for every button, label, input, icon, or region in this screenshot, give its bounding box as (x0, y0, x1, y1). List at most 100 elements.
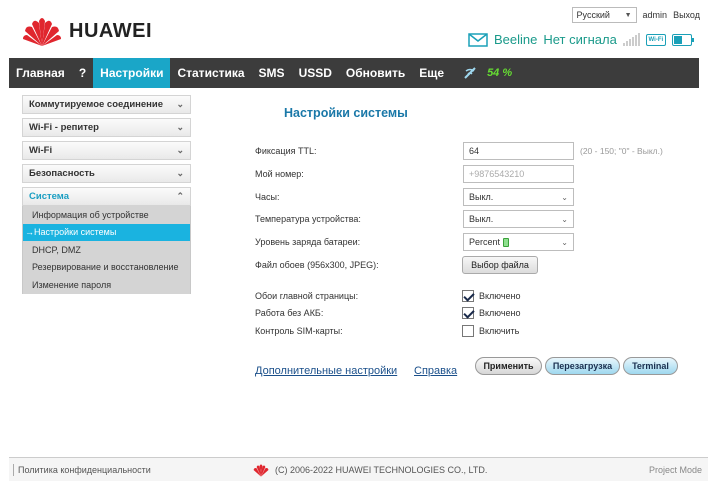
battery-level-value: Percent (469, 236, 501, 247)
battery-level-row: Уровень заряда батареи: Percent ⌄ (255, 233, 675, 251)
no-battery-label: Работа без АКБ: (255, 308, 324, 318)
sidebar-section-label: Безопасность (29, 168, 95, 179)
sidebar-item-system-settings[interactable]: →Настройки системы (23, 223, 190, 241)
sidebar-section-label: Система (29, 191, 69, 202)
sidebar-section-label: Wi-Fi - репитер (29, 122, 99, 133)
sim-control-checkbox[interactable] (462, 325, 474, 337)
battery-icon (503, 238, 510, 248)
nav-more[interactable]: Еще (412, 58, 451, 88)
brand-name: HUAWEI (69, 19, 152, 42)
signal-icon (451, 58, 481, 88)
huawei-flower-icon (253, 463, 269, 477)
signal-bars-icon (622, 33, 640, 46)
sidebar-submenu: Информация об устройстве →Настройки сист… (22, 206, 191, 294)
temperature-row: Температура устройства: Выкл. ⌄ (255, 210, 675, 228)
language-select[interactable]: Русский ▼ (571, 7, 637, 23)
nav-update[interactable]: Обновить (339, 58, 412, 88)
sidebar-item-device-info[interactable]: Информация об устройстве (23, 206, 190, 224)
no-battery-checkbox[interactable] (462, 307, 474, 319)
user-name: admin (642, 10, 668, 20)
choose-file-button[interactable]: Выбор файла (462, 256, 538, 274)
footer-copyright: (C) 2006-2022 HUAWEI TECHNOLOGIES CO., L… (252, 463, 487, 477)
sidebar-section-security[interactable]: Безопасность ⌄ (22, 164, 191, 183)
battery-level-label: Уровень заряда батареи: (255, 237, 361, 247)
chevron-down-icon: ⌄ (176, 122, 184, 132)
sidebar-item-dhcp-dmz[interactable]: DHCP, DMZ (23, 241, 190, 259)
no-battery-toggle[interactable]: Включено (462, 307, 521, 319)
ttl-row: Фиксация TTL: 64 (20 - 150; "0" - Выкл.) (255, 142, 675, 160)
operator-name: Beeline (494, 32, 538, 47)
sim-control-label: Контроль SIM-карты: (255, 326, 343, 336)
nav-statistics[interactable]: Статистика (170, 58, 251, 88)
clock-row: Часы: Выкл. ⌄ (255, 188, 675, 206)
nav-ussd[interactable]: USSD (292, 58, 339, 88)
privacy-link[interactable]: Политика конфиденциальности (18, 465, 151, 475)
wallpaper-label: Файл обоев (956x300, JPEG): (255, 260, 379, 270)
huawei-flower-icon (23, 18, 61, 46)
ttl-hint: (20 - 150; "0" - Выкл.) (580, 146, 663, 156)
chevron-down-icon: ⌄ (561, 192, 568, 202)
sidebar-section-label: Коммутируемое соединение (29, 99, 164, 110)
logout-link[interactable]: Выход (673, 10, 700, 20)
help-link[interactable]: Справка (414, 365, 457, 377)
main-nav: Главная ? Настройки Статистика SMS USSD … (9, 58, 699, 88)
nav-help[interactable]: ? (72, 58, 93, 88)
main-wallpaper-text: Включено (479, 291, 521, 301)
sidebar-item-change-password[interactable]: Изменение пароля (23, 276, 190, 294)
main-wallpaper-row: Обои главной страницы: Включено (255, 287, 675, 305)
no-battery-text: Включено (479, 308, 521, 318)
clock-select[interactable]: Выкл. ⌄ (463, 188, 574, 206)
sidebar-section-dialup[interactable]: Коммутируемое соединение ⌄ (22, 95, 191, 114)
envelope-icon[interactable] (468, 32, 488, 47)
chevron-down-icon: ⌄ (561, 237, 568, 247)
phone-placeholder: +9876543210 (469, 169, 525, 179)
phone-row: Мой номер: +9876543210 (255, 165, 675, 183)
nav-settings[interactable]: Настройки (93, 58, 171, 88)
temperature-select[interactable]: Выкл. ⌄ (463, 210, 574, 228)
huawei-logo: HUAWEI (22, 15, 152, 47)
reboot-button[interactable]: Перезагрузка (545, 357, 620, 375)
terminal-button[interactable]: Terminal (623, 357, 678, 375)
sim-control-toggle[interactable]: Включить (462, 325, 519, 337)
chevron-down-icon: ▼ (624, 11, 632, 19)
chevron-up-icon: ⌃ (176, 191, 184, 201)
battery-icon (671, 33, 694, 46)
sidebar-section-label: Wi-Fi (29, 145, 53, 156)
advanced-settings-link[interactable]: Дополнительные настройки (255, 365, 397, 377)
sidebar-section-system[interactable]: Система ⌃ (22, 187, 191, 206)
top-utility-bar: Русский ▼ admin Выход (571, 7, 700, 23)
footer-divider (13, 463, 14, 476)
sidebar-section-wifi-repeater[interactable]: Wi-Fi - репитер ⌄ (22, 118, 191, 137)
sidebar-section-wifi[interactable]: Wi-Fi ⌄ (22, 141, 191, 160)
clock-value: Выкл. (469, 192, 494, 202)
phone-label: Мой номер: (255, 169, 304, 179)
wifi-icon: Wi-Fi (645, 33, 666, 46)
language-value: Русский (576, 10, 610, 20)
sim-control-text: Включить (479, 326, 520, 336)
main-wallpaper-label: Обои главной страницы: (255, 291, 359, 301)
page-title: Настройки системы (284, 106, 408, 120)
main-wallpaper-toggle[interactable]: Включено (462, 290, 521, 302)
copyright-text: (C) 2006-2022 HUAWEI TECHNOLOGIES CO., L… (275, 464, 488, 475)
ttl-input[interactable]: 64 (463, 142, 574, 160)
chevron-down-icon: ⌄ (561, 214, 568, 224)
ttl-value: 64 (469, 146, 480, 156)
chevron-down-icon: ⌄ (176, 99, 184, 109)
main-wallpaper-checkbox[interactable] (462, 290, 474, 302)
apply-button[interactable]: Применить (475, 357, 542, 375)
no-battery-row: Работа без АКБ: Включено (255, 304, 675, 322)
nav-sms[interactable]: SMS (252, 58, 292, 88)
chevron-down-icon: ⌄ (176, 145, 184, 155)
sidebar-item-backup-restore[interactable]: Резервирование и восстановление (23, 259, 190, 277)
ttl-label: Фиксация TTL: (255, 146, 317, 156)
battery-percent: 54 % (487, 67, 513, 79)
signal-status: Нет сигнала (543, 32, 617, 47)
settings-sidebar: Коммутируемое соединение ⌄ Wi-Fi - репит… (22, 95, 191, 294)
phone-input[interactable]: +9876543210 (463, 165, 574, 183)
nav-home[interactable]: Главная (9, 58, 72, 88)
clock-label: Часы: (255, 192, 280, 202)
project-mode-text: Project Mode (648, 464, 702, 475)
sim-control-row: Контроль SIM-карты: Включить (255, 322, 675, 340)
battery-level-select[interactable]: Percent ⌄ (463, 233, 574, 251)
connection-status: Beeline Нет сигнала Wi-Fi (468, 32, 694, 47)
